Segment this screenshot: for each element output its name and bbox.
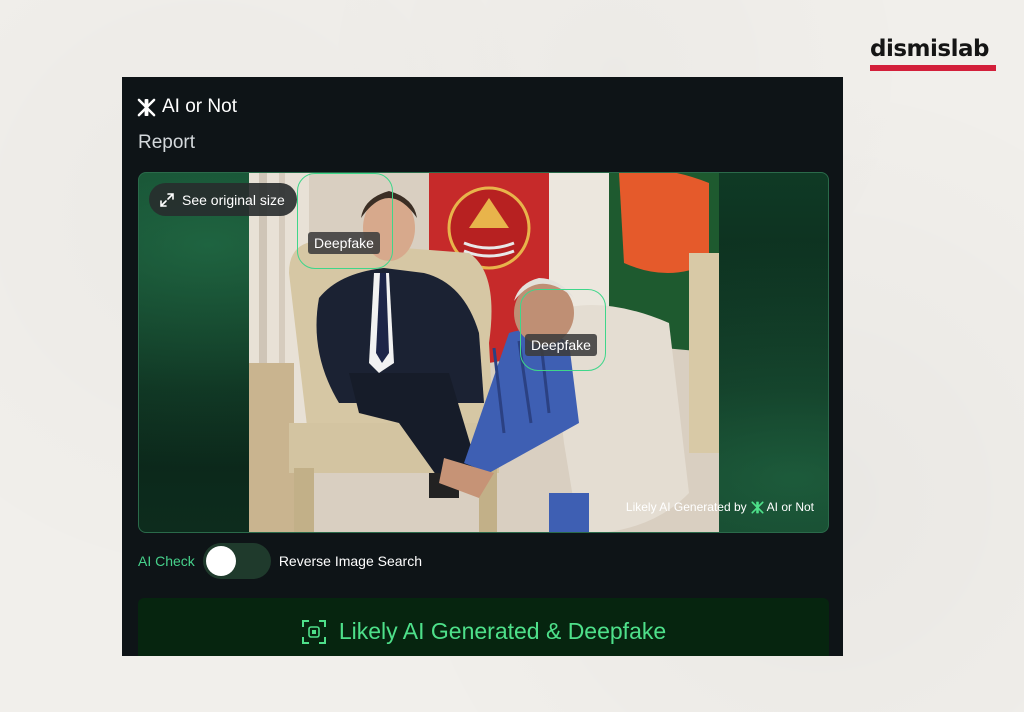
app-title: AI or Not: [162, 96, 237, 117]
ai-or-not-logo-icon: [751, 500, 764, 514]
face-detection-box[interactable]: [297, 173, 393, 269]
brand-name: dismislab: [870, 36, 989, 62]
watermark-prefix: Likely AI Generated by: [625, 500, 747, 514]
toggle-knob: [205, 546, 236, 576]
brand-underline: [870, 65, 996, 71]
face-detection-label: Deepfake: [525, 334, 597, 356]
verdict-banner: Likely AI Generated & Deepfake: [138, 598, 829, 656]
expand-icon: [160, 192, 174, 207]
check-mode-toggle[interactable]: [202, 543, 271, 579]
scan-icon: [301, 620, 326, 644]
ai-watermark: Likely AI Generated by AI or Not: [626, 500, 814, 514]
verdict-text: Likely AI Generated & Deepfake: [338, 618, 667, 644]
watermark-brand: AI or Not: [766, 500, 814, 514]
face-detection-label: Deepfake: [308, 232, 380, 254]
app-window: AI or Not Report See original size Deepf…: [122, 77, 843, 656]
check-mode-toggle-row: AI Check Reverse Image Search: [138, 543, 422, 579]
face-detection-box[interactable]: [520, 289, 606, 371]
image-preview-panel: See original size Deepfake Deepfake Like…: [138, 172, 829, 533]
report-label: Report: [138, 132, 196, 153]
app-header: AI or Not: [137, 96, 237, 118]
see-original-size-label: See original size: [182, 191, 285, 208]
see-original-size-button[interactable]: See original size: [149, 183, 297, 216]
ai-or-not-logo-icon: [137, 98, 156, 116]
ai-check-label[interactable]: AI Check: [138, 553, 195, 569]
reverse-image-search-label[interactable]: Reverse Image Search: [279, 553, 422, 569]
dismislab-logo: dismislab: [870, 34, 996, 71]
